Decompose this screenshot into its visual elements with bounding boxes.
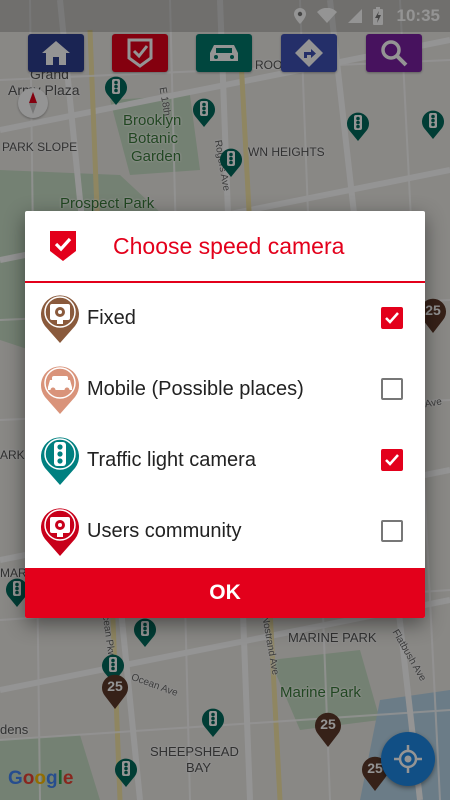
option-checkbox-fixed[interactable]	[381, 307, 403, 329]
fixed-camera-icon	[41, 295, 79, 343]
option-mobile[interactable]: Mobile (Possible places)	[25, 354, 425, 424]
option-checkbox-traffic-light[interactable]	[381, 449, 403, 471]
traffic-light-icon	[41, 437, 79, 485]
option-fixed[interactable]: Fixed	[25, 283, 425, 353]
option-label: Fixed	[87, 306, 136, 329]
option-checkbox-users-community[interactable]	[381, 520, 403, 542]
check-shield-icon	[50, 231, 76, 261]
community-camera-icon	[41, 508, 79, 556]
option-checkbox-mobile[interactable]	[381, 378, 403, 400]
option-users-community[interactable]: Users community	[25, 496, 425, 566]
option-label: Traffic light camera	[87, 448, 256, 471]
ok-button[interactable]: OK	[25, 568, 425, 618]
option-label: Mobile (Possible places)	[87, 377, 304, 400]
option-label: Users community	[87, 519, 242, 542]
dialog-header: Choose speed camera	[25, 211, 425, 283]
choose-speed-camera-dialog: Choose speed camera Fixed Mobile (Possib…	[25, 211, 425, 618]
option-traffic-light[interactable]: Traffic light camera	[25, 425, 425, 495]
mobile-camera-icon	[41, 366, 79, 414]
dialog-title: Choose speed camera	[113, 232, 345, 259]
